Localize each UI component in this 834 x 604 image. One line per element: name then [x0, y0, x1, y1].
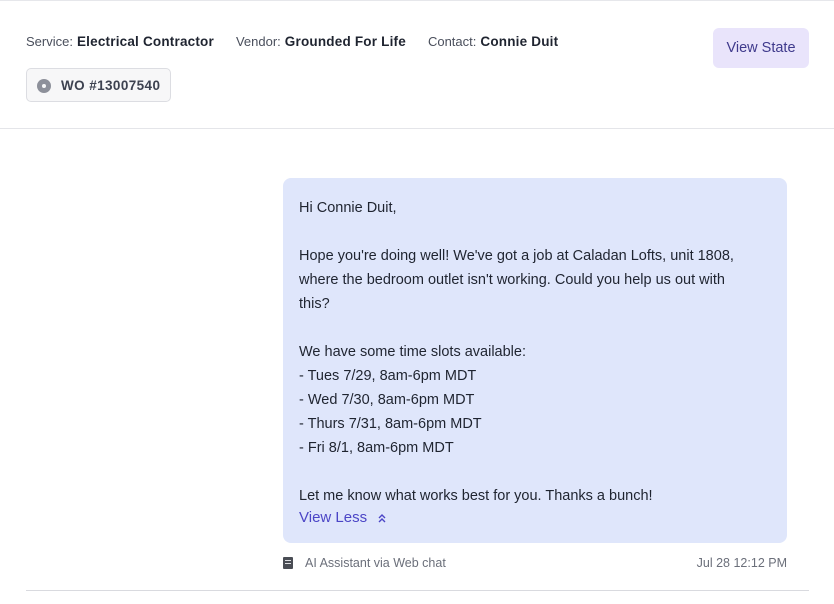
view-less-link[interactable]: View Less	[299, 508, 771, 528]
time-slot: - Fri 8/1, 8am-6pm MDT	[299, 440, 454, 456]
double-chevron-up-icon	[378, 514, 386, 523]
message-greeting: Hi Connie Duit,	[299, 200, 397, 216]
message-footer: AI Assistant via Web chat Jul 28 12:12 P…	[283, 553, 787, 573]
contact-meta: Contact: Connie Duit	[428, 34, 558, 49]
time-slot: - Wed 7/30, 8am-6pm MDT	[299, 392, 475, 408]
message-bubble: Hi Connie Duit, Hope you're doing well! …	[283, 178, 787, 543]
work-order-chip[interactable]: WO #13007540	[26, 68, 172, 102]
work-order-meta: Service: Electrical Contractor Vendor: G…	[26, 34, 580, 49]
message-body-line: Hope you're doing well! We've got a job …	[299, 248, 734, 264]
slots-intro: We have some time slots available:	[299, 344, 527, 360]
time-slot: - Tues 7/29, 8am-6pm MDT	[299, 368, 477, 384]
vendor-meta: Vendor: Grounded For Life	[236, 34, 406, 49]
service-meta: Service: Electrical Contractor	[26, 34, 214, 49]
time-slot: - Thurs 7/31, 8am-6pm MDT	[299, 416, 482, 432]
contact-value: Connie Duit	[480, 34, 559, 49]
service-label: Service:	[26, 34, 73, 49]
message-source: AI Assistant via Web chat	[283, 556, 446, 570]
service-value: Electrical Contractor	[76, 34, 214, 49]
message-timestamp: Jul 28 12:12 PM	[696, 556, 787, 570]
bottom-divider	[26, 590, 809, 591]
contact-label: Contact:	[427, 34, 477, 49]
view-state-button[interactable]: View State	[713, 28, 809, 68]
message-body-line: this?	[299, 296, 330, 312]
view-less-label: View Less	[299, 509, 368, 526]
message-source-label: AI Assistant via Web chat	[305, 556, 446, 570]
message-closing: Let me know what works best for you. Tha…	[299, 488, 653, 504]
vendor-value: Grounded For Life	[284, 34, 406, 49]
work-order-header: Service: Electrical Contractor Vendor: G…	[0, 1, 834, 129]
vendor-label: Vendor:	[235, 34, 281, 49]
message-body-line: where the bedroom outlet isn't working. …	[299, 272, 725, 288]
circle-dot-icon	[37, 79, 51, 93]
work-order-number: WO #13007540	[61, 77, 161, 93]
document-icon	[283, 557, 293, 569]
